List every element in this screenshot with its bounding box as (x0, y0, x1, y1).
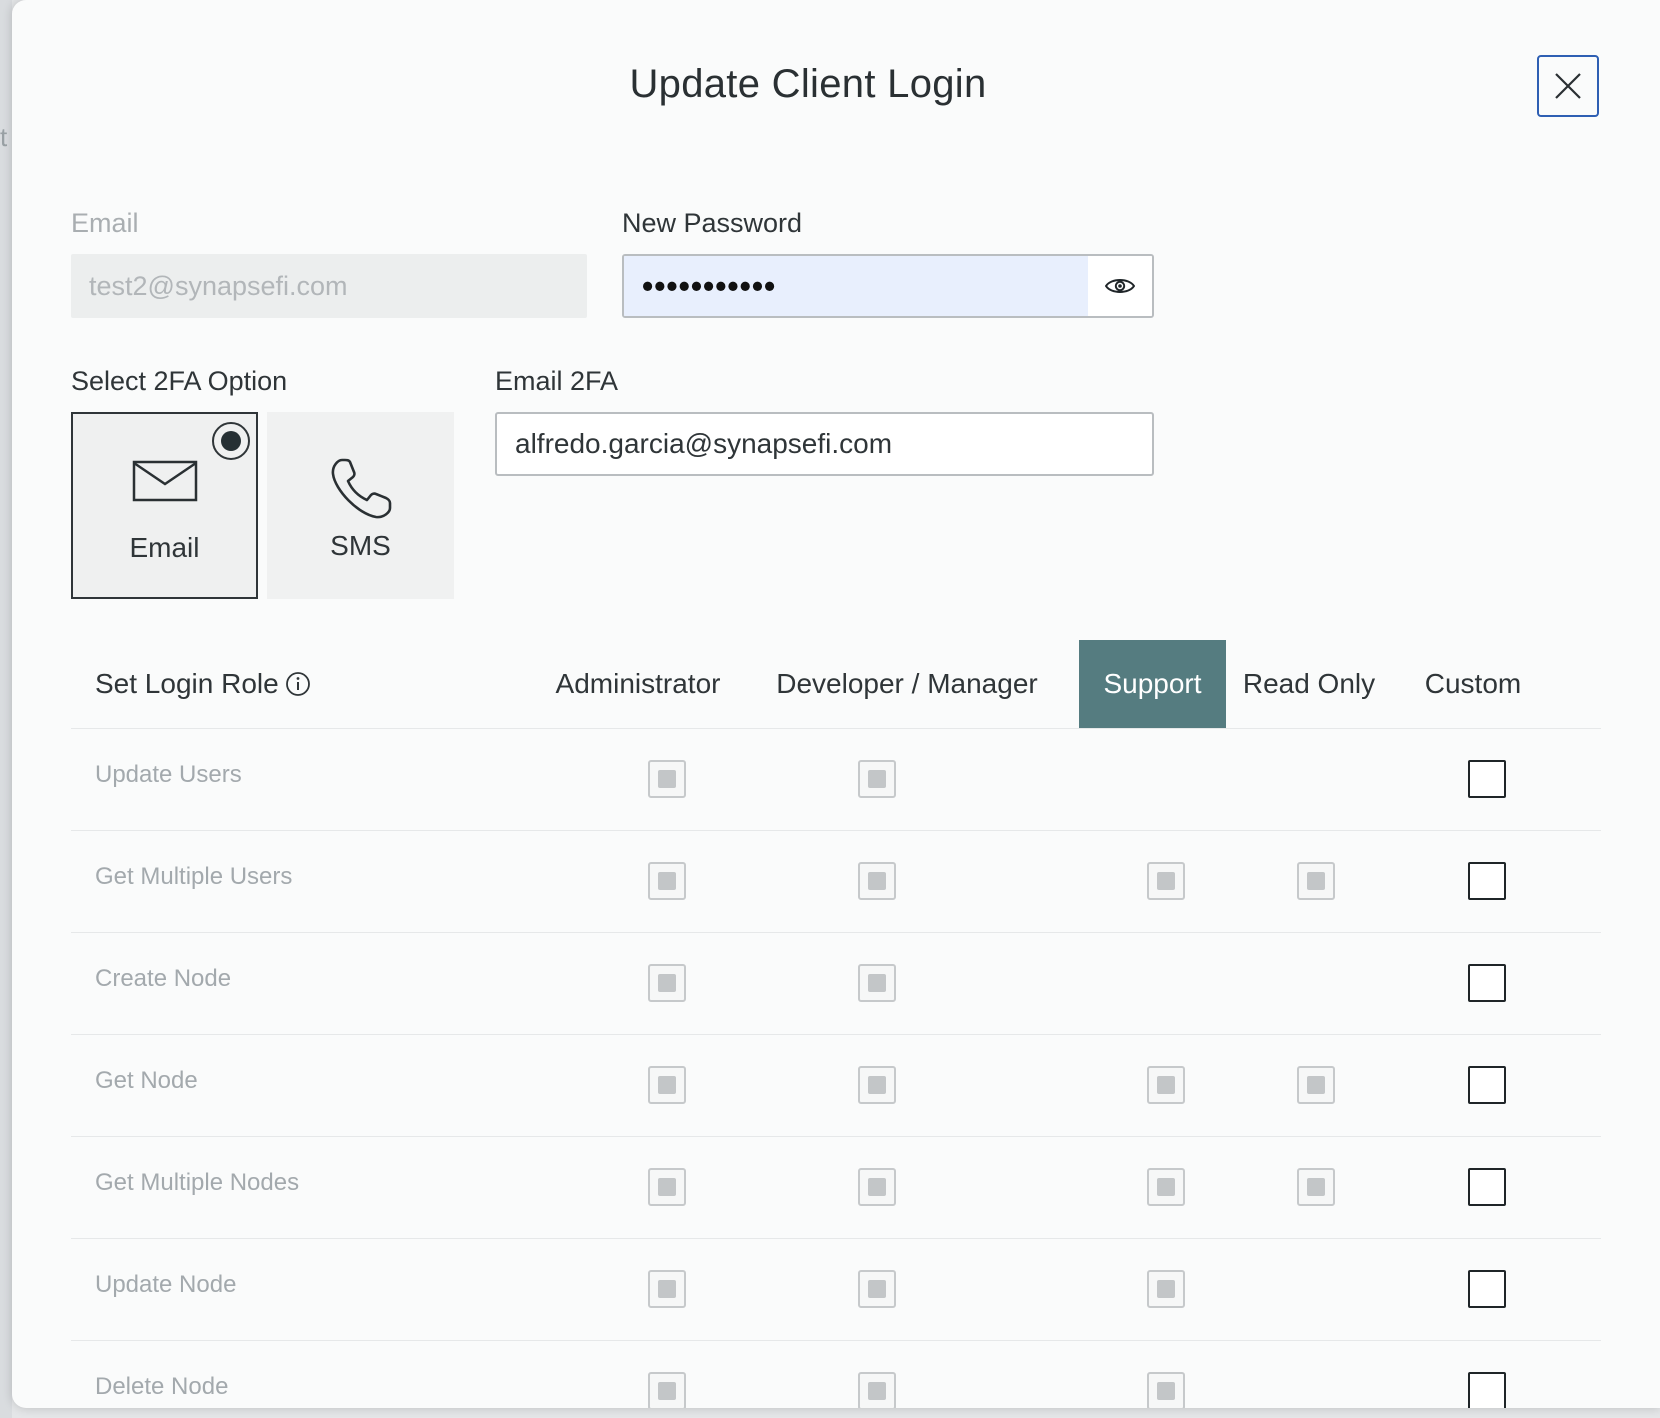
role-tab-read-only[interactable]: Read Only (1239, 640, 1379, 728)
twofa-option-sms-label: SMS (330, 530, 391, 561)
email-field: test2@synapsefi.com (71, 254, 587, 318)
role-tab-support[interactable]: Support (1079, 640, 1226, 728)
close-button[interactable] (1537, 55, 1599, 117)
permission-label: Get Node (95, 1067, 198, 1094)
role-permission-checkbox (1297, 862, 1335, 900)
password-input[interactable]: ••••••••••• (624, 256, 1088, 316)
custom-permission-checkbox[interactable] (1468, 1372, 1506, 1408)
role-permission-checkbox (858, 964, 896, 1002)
permission-label: Get Multiple Nodes (95, 1169, 300, 1196)
envelope-icon (132, 460, 197, 502)
permission-label: Update Node (95, 1271, 237, 1298)
role-permission-checkbox (648, 1372, 686, 1408)
custom-permission-checkbox[interactable] (1468, 1270, 1506, 1308)
email-2fa-label: Email 2FA (495, 366, 619, 396)
permission-row: Get Multiple Nodes (71, 1137, 1601, 1239)
permission-label: Get Multiple Users (95, 863, 293, 890)
role-tab-developer-manager[interactable]: Developer / Manager (767, 640, 1047, 728)
permission-rows: Update Users Get Multiple Users Create Nod… (71, 729, 1601, 1408)
modal-title: Update Client Login (629, 62, 987, 106)
twofa-option-sms[interactable]: SMS (267, 412, 454, 599)
selected-radio (212, 422, 250, 460)
email-label: Email (71, 208, 139, 238)
login-role-table: Set Login Role Administrator Developer /… (71, 640, 1601, 1408)
role-permission-checkbox (648, 760, 686, 798)
permission-row: Get Node (71, 1035, 1601, 1137)
role-permission-checkbox (1147, 1270, 1185, 1308)
role-permission-checkbox (858, 1168, 896, 1206)
role-permission-checkbox (1297, 1168, 1335, 1206)
new-password-label: New Password (622, 208, 803, 238)
permission-label: Delete Node (95, 1373, 229, 1400)
permission-row: Get Multiple Users (71, 831, 1601, 933)
role-permission-checkbox (648, 1168, 686, 1206)
permission-label: Create Node (95, 965, 232, 992)
email-2fa-input[interactable]: alfredo.garcia@synapsefi.com (495, 412, 1154, 476)
background-page: t (0, 0, 12, 1418)
phone-icon (331, 458, 391, 519)
permission-row: Update Users (71, 729, 1601, 831)
role-permission-checkbox (1147, 1168, 1185, 1206)
twofa-option-email-label: Email (129, 532, 200, 563)
eye-icon (1105, 279, 1135, 293)
info-icon[interactable] (285, 671, 311, 697)
role-permission-checkbox (858, 862, 896, 900)
show-password-button[interactable] (1088, 256, 1152, 316)
role-permission-checkbox (648, 1066, 686, 1104)
role-permission-checkbox (1147, 862, 1185, 900)
set-login-role-heading: Set Login Role (95, 668, 311, 700)
permission-row: Create Node (71, 933, 1601, 1035)
role-permission-checkbox (858, 760, 896, 798)
role-permission-checkbox (648, 862, 686, 900)
custom-permission-checkbox[interactable] (1468, 1168, 1506, 1206)
custom-permission-checkbox[interactable] (1468, 862, 1506, 900)
twofa-option-email[interactable]: Email (71, 412, 258, 599)
role-permission-checkbox (1297, 1066, 1335, 1104)
permission-row: Delete Node (71, 1341, 1601, 1408)
role-permission-checkbox (858, 1372, 896, 1408)
custom-permission-checkbox[interactable] (1468, 760, 1506, 798)
roles-header-row: Set Login Role Administrator Developer /… (71, 640, 1601, 729)
role-permission-checkbox (648, 964, 686, 1002)
twofa-option-label: Select 2FA Option (71, 366, 288, 396)
role-permission-checkbox (858, 1270, 896, 1308)
role-permission-checkbox (1147, 1372, 1185, 1408)
role-tab-administrator[interactable]: Administrator (543, 640, 733, 728)
custom-permission-checkbox[interactable] (1468, 1066, 1506, 1104)
background-text-fragment: t (0, 122, 8, 152)
role-permission-checkbox (1147, 1066, 1185, 1104)
update-client-login-modal: Update Client Login Email test2@synapsef… (12, 0, 1660, 1408)
role-permission-checkbox (858, 1066, 896, 1104)
permission-row: Update Node (71, 1239, 1601, 1341)
permission-label: Update Users (95, 761, 242, 788)
new-password-field: ••••••••••• (622, 254, 1154, 318)
custom-permission-checkbox[interactable] (1468, 964, 1506, 1002)
role-tab-custom[interactable]: Custom (1403, 640, 1543, 728)
set-login-role-label: Set Login Role (95, 668, 279, 699)
role-permission-checkbox (648, 1270, 686, 1308)
close-icon (1555, 73, 1581, 99)
